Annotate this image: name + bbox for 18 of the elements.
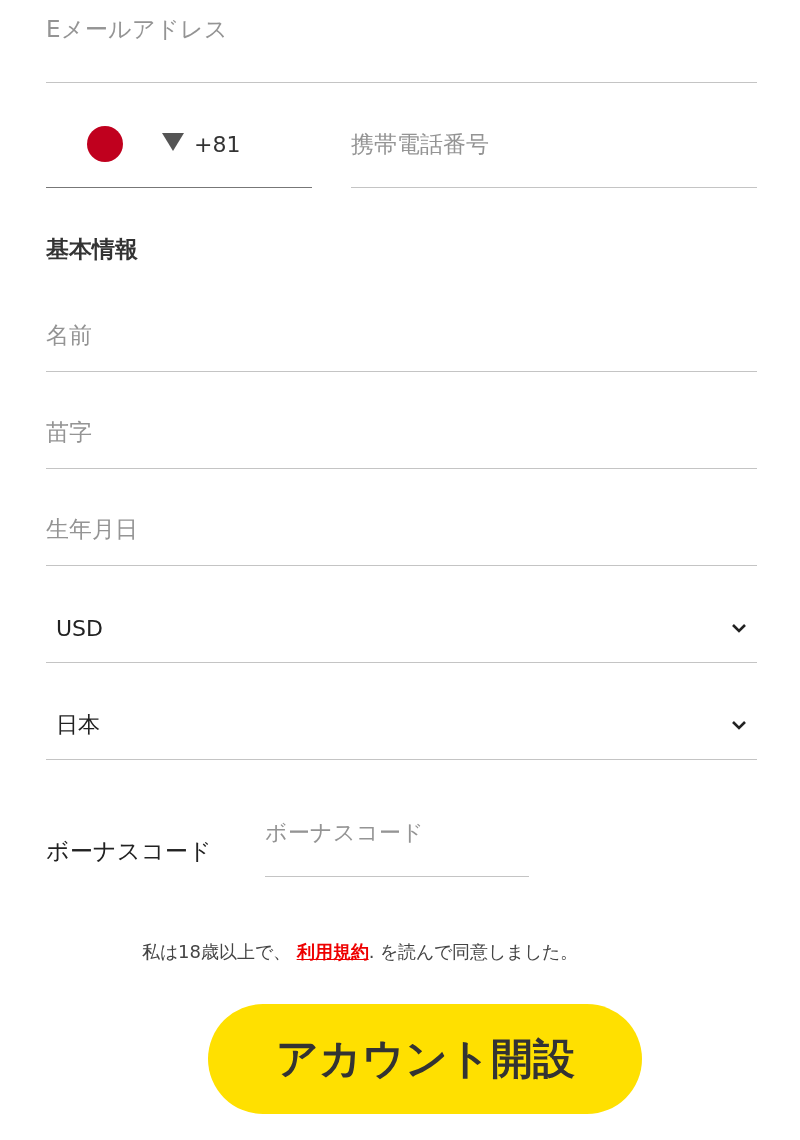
- chevron-down-icon: [731, 720, 747, 730]
- create-account-button[interactable]: アカウント開設: [208, 1004, 642, 1114]
- input-field[interactable]: ボーナスコード: [265, 810, 529, 877]
- select-field[interactable]: 日本: [46, 663, 757, 760]
- input-field[interactable]: 名前: [46, 275, 757, 372]
- dropdown-triangle-icon: [162, 133, 184, 151]
- flag-icon: [86, 125, 124, 163]
- input-field[interactable]: 携帯電話番号: [351, 83, 757, 188]
- section-title: 基本情報: [46, 235, 139, 264]
- country-code-select[interactable]: +81: [46, 83, 312, 188]
- input-field[interactable]: Eメールアドレス: [46, 0, 757, 83]
- input-field[interactable]: 苗字: [46, 372, 757, 469]
- bonus-label: ボーナスコード: [46, 837, 213, 866]
- select-field[interactable]: USD: [46, 566, 757, 663]
- terms-link[interactable]: 利用規約: [296, 941, 369, 962]
- chevron-down-icon: [731, 623, 747, 633]
- consent-text: 私は18歳以上で、 利用規約. を読んで同意しました。: [142, 940, 580, 964]
- input-field[interactable]: 生年月日: [46, 469, 757, 566]
